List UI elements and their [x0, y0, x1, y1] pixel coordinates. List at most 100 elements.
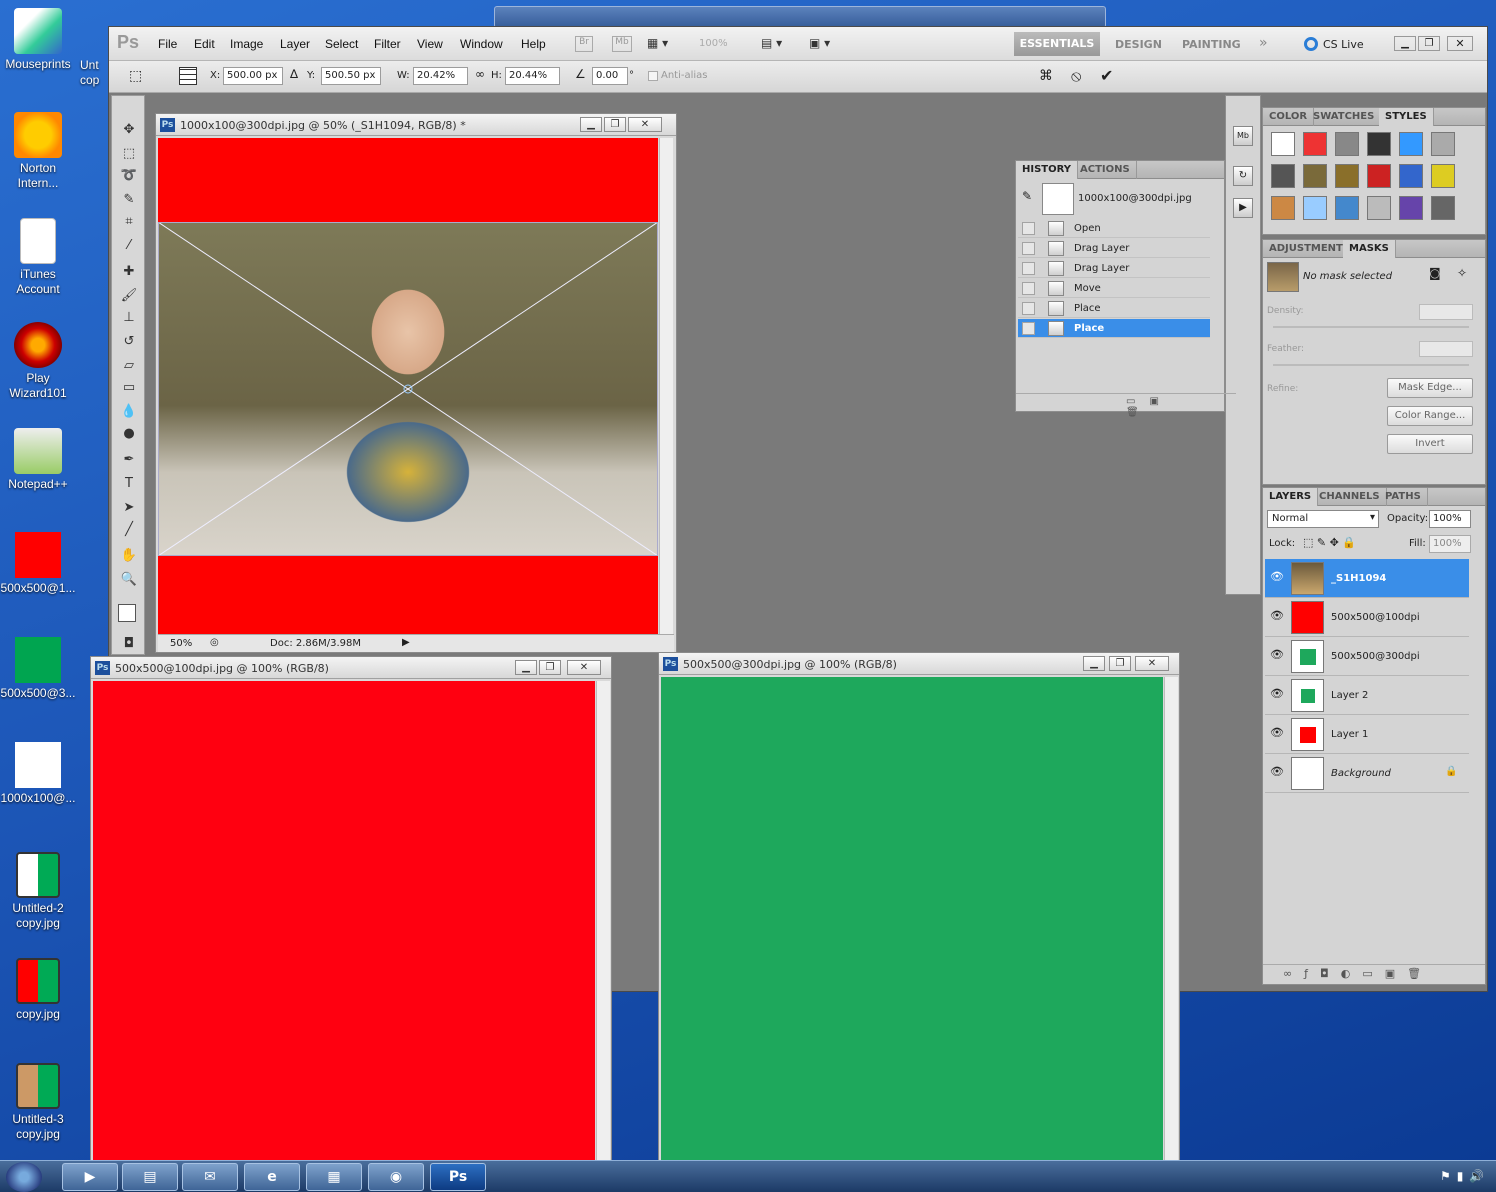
history-step[interactable]: Move — [1018, 279, 1210, 298]
minimize-button[interactable]: ▁ — [1394, 36, 1416, 51]
close-button[interactable]: ✕ — [1447, 36, 1473, 51]
history-checkbox[interactable] — [1022, 302, 1035, 315]
history-step[interactable]: Place — [1018, 299, 1210, 318]
doc-close-button[interactable]: ✕ — [567, 660, 601, 675]
quick-select-tool-icon[interactable]: ✎ — [118, 192, 140, 210]
density-field[interactable] — [1419, 304, 1473, 320]
menu-layer[interactable]: Layer — [280, 37, 310, 51]
tab-layers[interactable]: LAYERS — [1263, 488, 1319, 506]
brush-tool-icon[interactable]: 🖌 — [118, 288, 140, 306]
healing-brush-tool-icon[interactable]: ✚ — [118, 264, 140, 282]
desktop-icon-wizard101[interactable]: Play Wizard101 — [0, 322, 76, 401]
tab-channels[interactable]: CHANNELS — [1313, 488, 1387, 506]
doc-restore-button[interactable]: ❐ — [539, 660, 561, 675]
layers-footer-icons[interactable]: ∞ƒ◘◐▭▣🗑 — [1263, 964, 1485, 984]
doc-minimize-button[interactable]: ▁ — [1083, 656, 1105, 671]
pen-tool-icon[interactable]: ✒ — [118, 452, 140, 470]
quick-mask-icon[interactable]: ◘ — [118, 636, 140, 654]
workspace-painting[interactable]: PAINTING — [1182, 38, 1241, 51]
desktop-icon-itunes-account[interactable]: iTunes Account — [0, 218, 76, 297]
history-checkbox[interactable] — [1022, 282, 1035, 295]
desktop-icon-untitled-3[interactable]: Untitled-3 copy.jpg — [0, 1063, 76, 1142]
desktop-icon-mouseprints[interactable]: Mouseprints — [0, 8, 76, 72]
doc-close-button[interactable]: ✕ — [628, 117, 662, 132]
hand-tool-icon[interactable]: ✋ — [118, 548, 140, 566]
desktop-icon-norton[interactable]: Norton Intern... — [0, 112, 76, 191]
commit-transform-button[interactable]: ✔ — [1100, 66, 1113, 85]
eraser-tool-icon[interactable]: ▱ — [118, 358, 140, 376]
style-swatch[interactable] — [1431, 196, 1455, 220]
stamp-tool-icon[interactable]: ⊥ — [118, 310, 140, 328]
history-step[interactable]: Open — [1018, 219, 1210, 238]
taskbar-explorer-icon[interactable]: ▤ — [122, 1163, 178, 1191]
invert-button[interactable]: Invert — [1387, 434, 1473, 454]
history-step[interactable]: Drag Layer — [1018, 259, 1210, 278]
mini-bridge-button[interactable]: Mb — [612, 36, 632, 52]
menu-filter[interactable]: Filter — [374, 37, 401, 51]
vector-mask-icon[interactable]: ✧ — [1457, 266, 1467, 280]
workspace-overflow-button[interactable]: » — [1259, 35, 1268, 51]
menu-window[interactable]: Window — [460, 37, 503, 51]
zoom-tool-icon[interactable]: 🔍 — [118, 572, 140, 590]
arrange-documents-icon[interactable]: ▤ ▾ — [761, 36, 782, 50]
angle-field[interactable]: 0.00 — [592, 67, 628, 85]
view-extras-icon[interactable]: ▦ ▾ — [647, 36, 679, 52]
start-button-icon[interactable] — [6, 1162, 42, 1192]
screen-mode-icon[interactable]: ▣ ▾ — [809, 36, 830, 50]
vertical-scrollbar[interactable] — [596, 681, 610, 1161]
style-swatch[interactable] — [1431, 132, 1455, 156]
desktop-icon-copy[interactable]: copy.jpg — [0, 958, 76, 1022]
style-swatch[interactable] — [1399, 132, 1423, 156]
layer-row[interactable]: 👁 Layer 2 — [1265, 676, 1469, 715]
system-tray-icons[interactable]: ⚑▮🔊 — [1440, 1169, 1490, 1183]
style-swatch[interactable] — [1271, 132, 1295, 156]
desktop-icon-notepad[interactable]: Notepad++ — [0, 428, 76, 492]
lock-icons[interactable]: ⬚ ✎ ✥ 🔒 — [1303, 536, 1356, 549]
bridge-button[interactable]: Br — [575, 36, 593, 52]
style-swatch[interactable] — [1303, 164, 1327, 188]
antialias-checkbox[interactable] — [648, 71, 658, 81]
taskbar-chrome-icon[interactable]: ◉ — [368, 1163, 424, 1191]
crop-tool-icon[interactable]: ⌗ — [118, 214, 140, 232]
blend-mode-select[interactable]: Normal ▾ — [1267, 510, 1379, 528]
doc-minimize-button[interactable]: ▁ — [515, 660, 537, 675]
mask-edge-button[interactable]: Mask Edge... — [1387, 378, 1473, 398]
color-range-button[interactable]: Color Range... — [1387, 406, 1473, 426]
history-checkbox[interactable] — [1022, 322, 1035, 335]
style-swatch[interactable] — [1335, 132, 1359, 156]
status-zoom[interactable]: 50% — [170, 638, 192, 649]
taskbar-ie-icon[interactable]: e — [244, 1163, 300, 1191]
lasso-tool-icon[interactable]: ➰ — [118, 168, 140, 186]
menu-file[interactable]: File — [158, 37, 177, 51]
mini-bridge-panel-icon[interactable]: Mb — [1233, 126, 1253, 146]
desktop-icon-untitled-2[interactable]: Untitled-2 copy.jpg — [0, 852, 76, 931]
restore-button[interactable]: ❐ — [1418, 36, 1440, 51]
history-checkbox[interactable] — [1022, 242, 1035, 255]
history-checkbox[interactable] — [1022, 222, 1035, 235]
eye-icon[interactable]: 👁 — [1269, 765, 1285, 781]
menu-image[interactable]: Image — [230, 37, 263, 51]
eye-icon[interactable]: 👁 — [1269, 726, 1285, 742]
foreground-color-swatch[interactable] — [118, 604, 136, 622]
eye-icon[interactable]: 👁 — [1269, 648, 1285, 664]
workspace-design[interactable]: DESIGN — [1115, 38, 1162, 51]
layer-row[interactable]: 👁 500x500@100dpi — [1265, 598, 1469, 637]
style-swatch[interactable] — [1303, 132, 1327, 156]
y-field[interactable]: 500.50 px — [321, 67, 381, 85]
height-field[interactable]: 20.44% — [505, 67, 560, 85]
snapshot-thumbnail[interactable] — [1042, 183, 1074, 215]
warp-mode-icon[interactable]: ⌘ — [1039, 68, 1053, 84]
menu-view[interactable]: View — [417, 37, 443, 51]
history-panel-icon[interactable]: ↻ — [1233, 166, 1253, 186]
marquee-tool-icon[interactable]: ⬚ — [118, 146, 140, 164]
canvas[interactable] — [158, 138, 658, 634]
style-swatch[interactable] — [1367, 196, 1391, 220]
transform-tool-icon[interactable]: ⬚ — [129, 68, 142, 84]
desktop-icon-red-file[interactable]: 500x500@1... — [0, 532, 76, 596]
doc-restore-button[interactable]: ❐ — [604, 117, 626, 132]
path-selection-tool-icon[interactable]: ➤ — [118, 500, 140, 518]
eyedropper-tool-icon[interactable]: ⁄ — [118, 238, 140, 256]
menu-select[interactable]: Select — [325, 37, 358, 51]
document-titlebar[interactable]: Ps 500x500@300dpi.jpg @ 100% (RGB/8) ▁ ❐… — [659, 653, 1179, 675]
history-footer-icons[interactable]: ▭▣🗑 — [1016, 393, 1236, 418]
